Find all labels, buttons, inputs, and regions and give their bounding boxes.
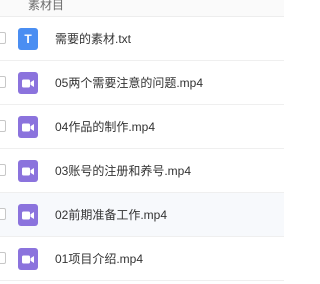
folder-title: 素材目 — [28, 0, 65, 12]
row-checkbox[interactable] — [0, 208, 6, 220]
video-file-icon — [18, 116, 38, 138]
file-row[interactable]: 03账号的注册和养号.mp4 — [0, 149, 284, 193]
text-file-icon: T — [18, 28, 38, 50]
row-checkbox[interactable] — [0, 32, 6, 44]
file-row[interactable]: 04作品的制作.mp4 — [0, 105, 284, 149]
camera-icon — [22, 255, 34, 263]
file-row[interactable]: T 需要的素材.txt — [0, 17, 284, 61]
file-name[interactable]: 04作品的制作.mp4 — [55, 118, 155, 136]
file-row[interactable]: 02前期准备工作.mp4 — [0, 193, 284, 237]
camera-icon — [22, 211, 34, 219]
video-file-icon — [18, 160, 38, 182]
row-checkbox[interactable] — [0, 120, 6, 132]
camera-icon — [22, 79, 34, 87]
video-file-icon — [18, 248, 38, 270]
file-list: T 需要的素材.txt 05两个需要注意的问题.mp4 04作品的制作.mp4 — [0, 17, 284, 281]
video-file-icon — [18, 204, 38, 226]
row-checkbox[interactable] — [0, 76, 6, 88]
camera-icon — [22, 123, 34, 131]
camera-icon — [22, 167, 34, 175]
video-file-icon — [18, 72, 38, 94]
row-checkbox[interactable] — [0, 252, 6, 264]
file-row[interactable]: 01项目介绍.mp4 — [0, 237, 284, 281]
row-checkbox[interactable] — [0, 164, 6, 176]
file-name[interactable]: 02前期准备工作.mp4 — [55, 206, 167, 224]
file-name[interactable]: 05两个需要注意的问题.mp4 — [55, 74, 203, 92]
folder-header: 素材目 — [0, 0, 284, 17]
file-name[interactable]: 需要的素材.txt — [55, 30, 131, 48]
file-name[interactable]: 03账号的注册和养号.mp4 — [55, 162, 191, 180]
file-row[interactable]: 05两个需要注意的问题.mp4 — [0, 61, 284, 105]
text-file-icon-letter: T — [24, 32, 32, 46]
file-name[interactable]: 01项目介绍.mp4 — [55, 250, 143, 268]
